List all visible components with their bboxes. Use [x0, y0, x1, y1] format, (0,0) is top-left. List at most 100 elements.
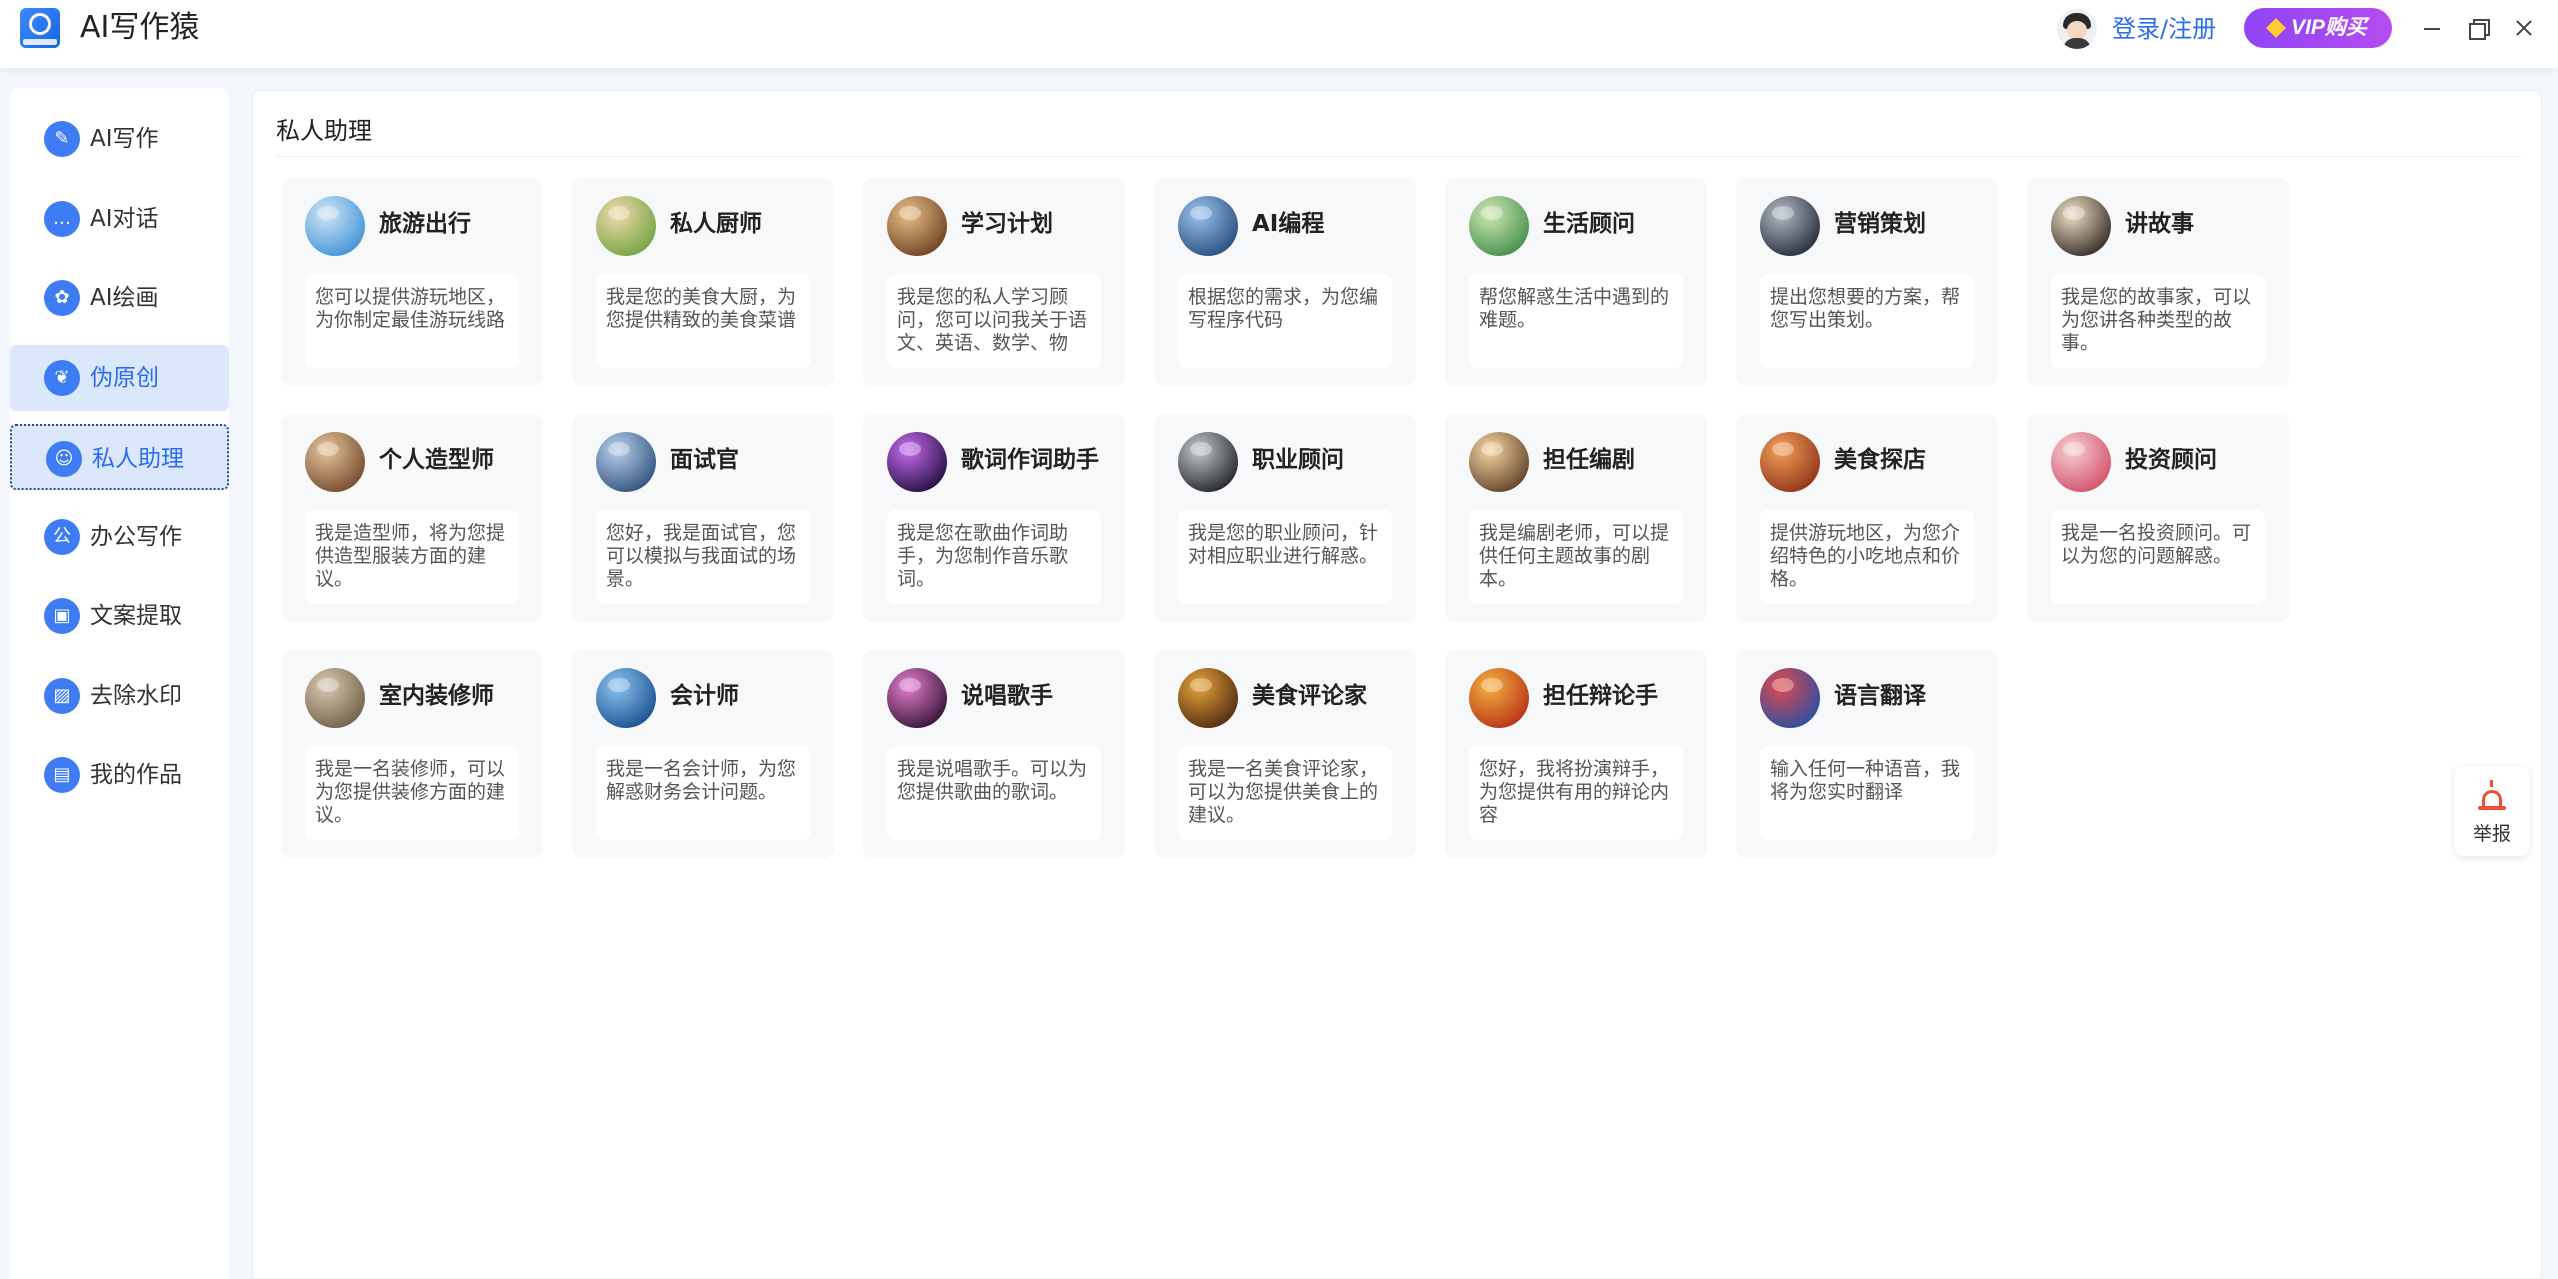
assistant-card-description-box: 帮您解惑生活中遇到的难题。	[1469, 274, 1683, 368]
assistant-card[interactable]: 讲故事我是您的故事家，可以为您讲各种类型的故事。	[2027, 178, 2289, 386]
vip-purchase-label: VIP购买	[2291, 16, 2367, 39]
office-icon: 公	[44, 519, 80, 555]
accountant-avatar	[596, 668, 656, 728]
sidebar-item-leaf[interactable]: ❦ 伪原创	[10, 345, 229, 411]
assistant-card-description: 您好，我是面试官，您可以模拟与我面试的场景。	[606, 522, 797, 590]
assistant-card[interactable]: 说唱歌手 我是说唱歌手。可以为您提供歌曲的歌词。	[863, 650, 1125, 858]
assistant-card-description: 输入任何一种语音，我将为您实时翻译	[1770, 758, 1961, 803]
assistant-card[interactable]: 面试官您好，我是面试官，您可以模拟与我面试的场景。	[572, 414, 834, 622]
assistant-card[interactable]: 私人厨师 我是您的美食大厨，为您提供精致的美食菜谱	[572, 178, 834, 386]
assistant-card-title: 讲故事	[2125, 211, 2194, 237]
assistant-card-description: 我是您的美食大厨，为您提供精致的美食菜谱	[606, 286, 797, 331]
assistant-card-description-box: 我是您的故事家，可以为您讲各种类型的故事。	[2051, 274, 2265, 368]
assistant-card-description: 根据您的需求，为您编写程序代码	[1188, 286, 1379, 331]
sidebar-item-extract[interactable]: ▣ 文案提取	[10, 583, 229, 649]
assistant-card-title: 个人造型师	[379, 447, 494, 473]
debater-avatar	[1469, 668, 1529, 728]
assistant-card-title: 营销策划	[1834, 211, 1926, 237]
assistant-card-title: 投资顾问	[2125, 447, 2217, 473]
assistant-card[interactable]: 室内装修师我是一名装修师，可以为您提供装修方面的建议。	[281, 650, 543, 858]
assistant-card-description: 我是造型师，将为您提供造型服装方面的建议。	[315, 522, 506, 590]
sidebar-item-assistant[interactable]: ☺ 私人助理	[10, 424, 229, 490]
assistant-card-description-box: 您可以提供游玩地区，为你制定最佳游玩线路	[305, 274, 519, 368]
sidebar-item-label: 去除水印	[90, 683, 182, 709]
food-critic-avatar	[1178, 668, 1238, 728]
assistant-card-description: 我是一名装修师，可以为您提供装修方面的建议。	[315, 758, 506, 826]
assistant-card[interactable]: 营销策划 提出您想要的方案，帮您写出策划。	[1736, 178, 1998, 386]
assistant-card[interactable]: 旅游出行您可以提供游玩地区，为你制定最佳游玩线路	[281, 178, 543, 386]
assistant-card-title: 美食探店	[1834, 447, 1926, 473]
assistant-card[interactable]: 会计师 我是一名会计师，为您解惑财务会计问题。	[572, 650, 834, 858]
sidebar-item-pencil[interactable]: ✎ AI写作	[10, 106, 229, 172]
sidebar-item-label: 我的作品	[90, 762, 182, 788]
assistant-card[interactable]: 美食评论家 我是一名美食评论家，可以为您提供美食上的建议。	[1154, 650, 1416, 858]
assistant-card-description: 您好，我将扮演辩手，为您提供有用的辩论内容	[1479, 758, 1670, 826]
translator-avatar	[1760, 668, 1820, 728]
assistant-card-description: 帮您解惑生活中遇到的难题。	[1479, 286, 1670, 331]
food-explore-avatar	[1760, 432, 1820, 492]
assistant-card-title: 说唱歌手	[961, 683, 1053, 709]
extract-icon: ▣	[44, 598, 80, 634]
assistant-card-title: 美食评论家	[1252, 683, 1367, 709]
title-bar: AI写作猿 登录/注册 VIP购买	[0, 0, 2558, 68]
assistant-card-title: 旅游出行	[379, 211, 471, 237]
career-avatar	[1178, 432, 1238, 492]
assistant-card-title: 面试官	[670, 447, 739, 473]
sidebar-item-label: AI绘画	[90, 285, 159, 311]
assistant-card-description-box: 根据您的需求，为您编写程序代码	[1178, 274, 1392, 368]
user-avatar[interactable]	[2057, 9, 2097, 49]
sidebar-item-label: 私人助理	[92, 446, 184, 472]
interior-avatar	[305, 668, 365, 728]
assistant-card[interactable]: 美食探店提供游玩地区，为您介绍特色的小吃地点和价格。	[1736, 414, 1998, 622]
restore-window-button[interactable]	[2460, 12, 2496, 44]
assistant-card-title: 会计师	[670, 683, 739, 709]
assistant-card-title: 职业顾问	[1252, 447, 1344, 473]
minimize-window-button[interactable]	[2414, 12, 2450, 44]
assistant-card-description-box: 我是您的美食大厨，为您提供精致的美食菜谱	[596, 274, 810, 368]
assistant-card-description: 我是您的私人学习顾问，您可以问我关于语文、英语、数学、物	[897, 286, 1088, 354]
travel-avatar	[305, 196, 365, 256]
chat-icon: …	[44, 201, 80, 237]
assistant-card-title: 室内装修师	[379, 683, 494, 709]
assistant-card-description: 提供游玩地区，为您介绍特色的小吃地点和价格。	[1770, 522, 1961, 590]
assistant-card[interactable]: 担任辩论手您好，我将扮演辩手，为您提供有用的辩论内容	[1445, 650, 1707, 858]
assistant-card[interactable]: 投资顾问 我是一名投资顾问。可以为您的问题解惑。	[2027, 414, 2289, 622]
assistant-card[interactable]: 学习计划 我是您的私人学习顾问，您可以问我关于语文、英语、数学、物	[863, 178, 1125, 386]
assistant-card-title: 歌词作词助手	[961, 447, 1099, 473]
assistant-card-description-box: 输入任何一种语音，我将为您实时翻译	[1760, 746, 1974, 840]
assistant-card[interactable]: 语言翻译 输入任何一种语音，我将为您实时翻译	[1736, 650, 1998, 858]
image-icon: ▨	[44, 678, 80, 714]
assistant-card-description-box: 提供游玩地区，为您介绍特色的小吃地点和价格。	[1760, 510, 1974, 604]
assistant-card-title: 担任辩论手	[1543, 683, 1658, 709]
storyteller-avatar	[2051, 196, 2111, 256]
sidebar-item-chat[interactable]: … AI对话	[10, 186, 229, 252]
books-avatar	[887, 196, 947, 256]
assistant-card[interactable]: 个人造型师我是造型师，将为您提供造型服装方面的建议。	[281, 414, 543, 622]
rapper-avatar	[887, 668, 947, 728]
assistant-card[interactable]: 担任编剧 我是编剧老师，可以提供任何主题故事的剧本。	[1445, 414, 1707, 622]
assistant-card[interactable]: AI编程根据您的需求，为您编写程序代码	[1154, 178, 1416, 386]
vip-purchase-button[interactable]: VIP购买	[2244, 8, 2392, 48]
close-window-button[interactable]	[2506, 12, 2542, 44]
assistant-card-description-box: 我是您的私人学习顾问，您可以问我关于语文、英语、数学、物	[887, 274, 1101, 368]
palette-icon: ✿	[44, 280, 80, 316]
sidebar-item-label: 伪原创	[90, 365, 159, 391]
login-register-link[interactable]: 登录/注册	[2112, 12, 2216, 46]
assistant-card-title: 担任编剧	[1543, 447, 1635, 473]
section-title: 私人助理	[276, 117, 372, 145]
sidebar-item-palette[interactable]: ✿ AI绘画	[10, 265, 229, 331]
sidebar-item-office[interactable]: 公办公写作	[10, 504, 229, 570]
assistant-card[interactable]: 生活顾问 帮您解惑生活中遇到的难题。	[1445, 178, 1707, 386]
sidebar-item-label: AI写作	[90, 126, 159, 152]
sidebar-item-image[interactable]: ▨ 去除水印	[10, 663, 229, 729]
assistant-card-description: 我是您在歌曲作词助手，为您制作音乐歌词。	[897, 522, 1069, 590]
assistant-card-title: AI编程	[1252, 211, 1325, 237]
sidebar-item-label: AI对话	[90, 206, 159, 232]
assistant-card[interactable]: 职业顾问 我是您的职业顾问，针对相应职业进行解惑。	[1154, 414, 1416, 622]
report-button[interactable]: 举报	[2454, 766, 2530, 856]
folder-icon: ▤	[44, 757, 80, 793]
assistant-card-description-box: 您好，我是面试官，您可以模拟与我面试的场景。	[596, 510, 810, 604]
assistant-card[interactable]: 歌词作词助手我是您在歌曲作词助手，为您制作音乐歌词。	[863, 414, 1125, 622]
sidebar-item-folder[interactable]: ▤ 我的作品	[10, 742, 229, 808]
section-divider	[276, 156, 2521, 157]
